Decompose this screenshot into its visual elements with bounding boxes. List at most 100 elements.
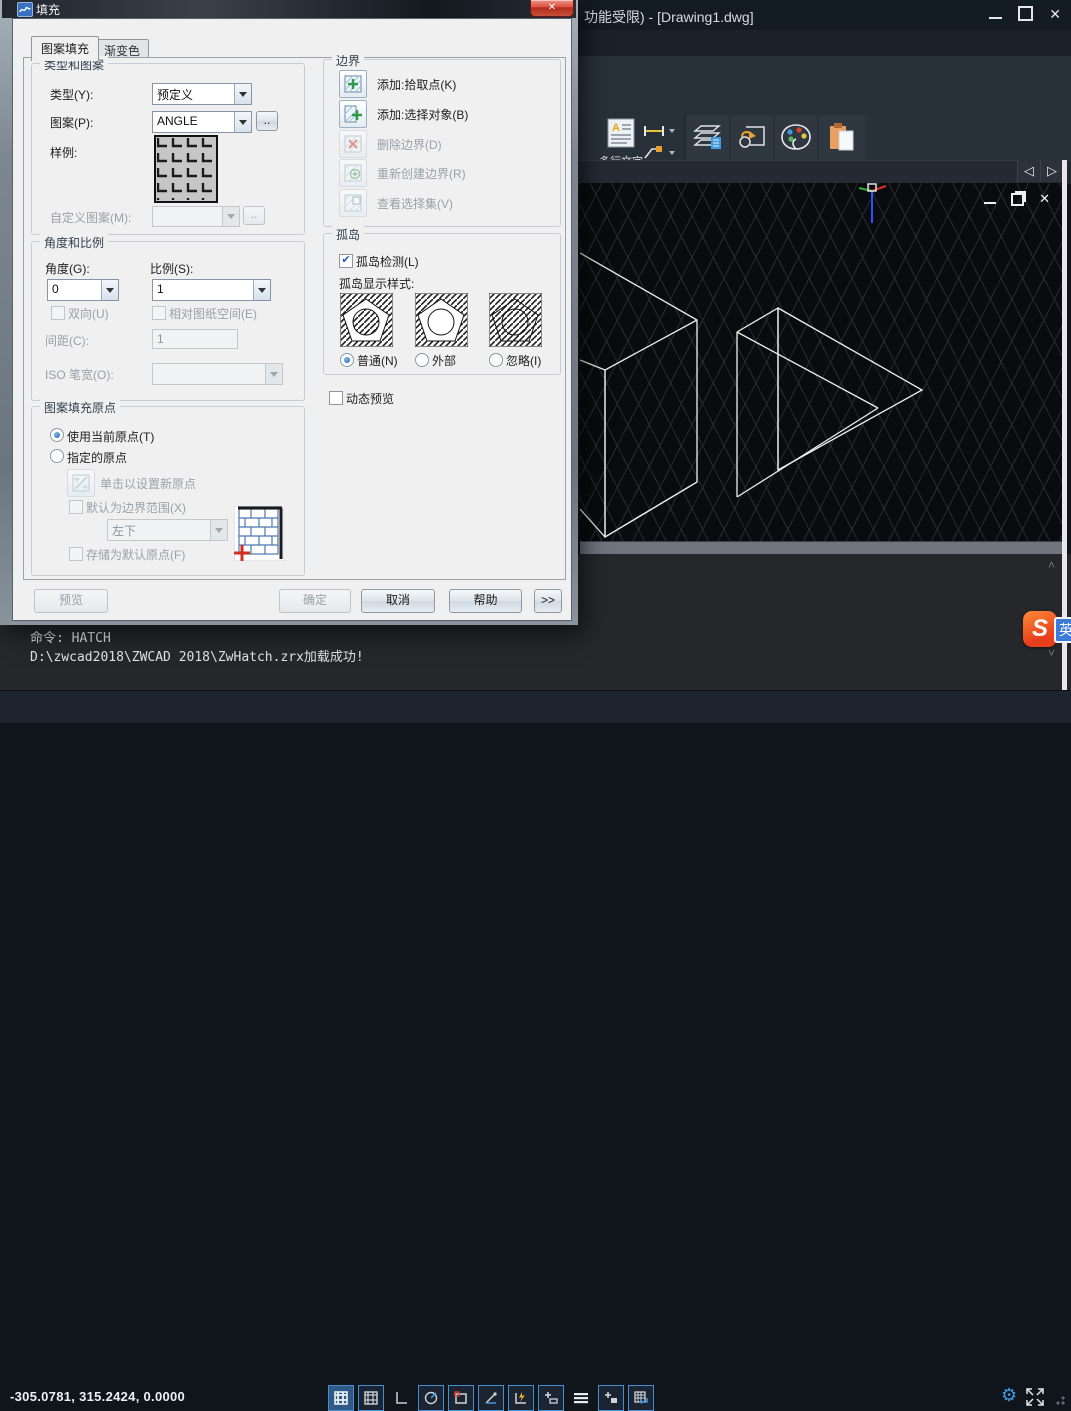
- island-detection-checkbox[interactable]: ✔: [339, 254, 353, 268]
- add-pick-points-label[interactable]: 添加:拾取点(K): [377, 76, 456, 93]
- pattern-browse-button[interactable]: ..: [256, 111, 278, 131]
- doc-prev-icon[interactable]: ◁: [1018, 163, 1040, 179]
- angle-scale-group: 角度和比例 角度(G): 0 比例(S): 1 双向(U) 相对图纸空间(E) …: [31, 241, 305, 401]
- chevron-down-icon: [265, 364, 282, 384]
- resize-grip[interactable]: [1055, 1395, 1065, 1405]
- island-outer-label[interactable]: 外部: [432, 352, 456, 369]
- origin-preview-swatch: [234, 506, 284, 561]
- island-ignore-label[interactable]: 忽略(I): [506, 352, 541, 369]
- chevron-down-icon[interactable]: [101, 280, 118, 300]
- sogou-logo-icon[interactable]: S: [1023, 611, 1057, 647]
- command-scroll-down-icon[interactable]: ˅: [1048, 646, 1055, 660]
- hatch-origin-group: 图案填充原点 使用当前原点(T) 指定的原点 单击以设置新原点 默认为边界范围(…: [31, 406, 305, 576]
- cancel-button[interactable]: 取消: [361, 589, 435, 613]
- app-title: 功能受限) - [Drawing1.dwg]: [584, 7, 754, 27]
- remove-boundary-label: 删除边界(D): [377, 136, 442, 153]
- dynamic-input-toggle-icon[interactable]: [538, 1385, 564, 1411]
- iso-pen-width-label: ISO 笔宽(O):: [45, 366, 114, 383]
- leader-dropdown[interactable]: [669, 151, 675, 155]
- app-maximize-button[interactable]: [1018, 6, 1033, 21]
- custom-browse-button: ..: [243, 206, 265, 225]
- lineweight-toggle-icon[interactable]: [568, 1385, 594, 1411]
- type-combobox[interactable]: 预定义: [152, 83, 252, 105]
- doc-close-button[interactable]: ✕: [1039, 191, 1050, 207]
- quick-properties-toggle-icon[interactable]: [598, 1385, 624, 1411]
- island-style-normal-image[interactable]: [340, 293, 393, 347]
- island-detection-label[interactable]: 孤岛检测(L): [356, 253, 419, 270]
- set-new-origin-button: [67, 469, 95, 497]
- dialog-client: 图案填充 渐变色 类型和图案 类型(Y): 预定义 图案(P): ANGLE .…: [12, 18, 572, 621]
- remove-boundary-icon: [344, 135, 362, 153]
- island-style-outer-image[interactable]: [415, 293, 468, 347]
- double-label: 双向(U): [68, 305, 109, 322]
- help-button[interactable]: 帮助: [449, 589, 522, 613]
- annotation-scale-toggle-icon[interactable]: [628, 1385, 654, 1411]
- dialog-titlebar[interactable]: 填充 ✕: [2, 0, 576, 18]
- boundary-group-label: 边界: [332, 52, 364, 69]
- island-group-label: 孤岛: [332, 226, 364, 243]
- doc-nav-arrows: ◁▷: [1017, 160, 1064, 182]
- settings-gear-icon[interactable]: ⚙: [1001, 1385, 1017, 1406]
- island-ignore-radio[interactable]: [489, 353, 503, 367]
- clipboard-icon: [827, 119, 857, 155]
- angle-combobox[interactable]: 0: [47, 279, 119, 301]
- pattern-combobox[interactable]: ANGLE: [152, 111, 252, 133]
- dynamic-preview-label[interactable]: 动态预览: [346, 390, 394, 407]
- doc-restore-button[interactable]: [1011, 193, 1024, 206]
- specified-origin-radio[interactable]: [50, 449, 64, 463]
- grid-toggle-icon[interactable]: [358, 1385, 384, 1411]
- more-options-button[interactable]: >>: [534, 589, 562, 613]
- use-current-origin-radio[interactable]: [50, 428, 64, 442]
- spacing-label: 间距(C):: [45, 332, 89, 349]
- osnap-toggle-icon[interactable]: [448, 1385, 474, 1411]
- doc-next-icon[interactable]: ▷: [1041, 163, 1063, 179]
- island-normal-label[interactable]: 普通(N): [357, 352, 398, 369]
- dimension-button[interactable]: [643, 124, 665, 142]
- add-select-objects-label[interactable]: 添加:选择对象(B): [377, 106, 468, 123]
- otrack-toggle-icon[interactable]: [478, 1385, 504, 1411]
- preview-button: 预览: [34, 589, 108, 613]
- island-normal-radio[interactable]: [340, 353, 354, 367]
- island-outer-radio[interactable]: [415, 353, 429, 367]
- chevron-down-icon: [210, 520, 227, 540]
- dialog-close-button[interactable]: ✕: [530, 0, 574, 17]
- dynamic-ucs-toggle-icon[interactable]: [508, 1385, 534, 1411]
- scale-label: 比例(S):: [150, 260, 193, 277]
- dimension-icon: [643, 125, 665, 137]
- command-scroll-up-icon[interactable]: ˄: [1048, 558, 1055, 572]
- tab-pattern-fill[interactable]: 图案填充: [31, 36, 99, 61]
- scale-combobox[interactable]: 1: [152, 279, 271, 301]
- ortho-toggle-icon[interactable]: [388, 1385, 414, 1411]
- use-current-origin-label[interactable]: 使用当前原点(T): [67, 428, 154, 445]
- recreate-boundary-icon: [344, 164, 362, 182]
- chevron-down-icon[interactable]: [234, 84, 251, 104]
- pattern-sample-swatch[interactable]: [154, 135, 218, 203]
- polar-toggle-icon[interactable]: [418, 1385, 444, 1411]
- island-style-ignore-image[interactable]: [489, 293, 542, 347]
- doc-minimize-button[interactable]: [984, 202, 996, 204]
- fullscreen-icon[interactable]: [1026, 1388, 1044, 1406]
- island-group: 孤岛 ✔ 孤岛检测(L) 孤岛显示样式:: [323, 233, 561, 375]
- app-minimize-button[interactable]: [989, 17, 1002, 19]
- dialog-title: 填充: [36, 1, 60, 18]
- dynamic-preview-checkbox[interactable]: [329, 391, 343, 405]
- boundary-group: 边界 添加:拾取点(K) 添加:选择对象(B): [323, 59, 561, 227]
- chevron-down-icon[interactable]: [234, 112, 251, 132]
- command-history-line: D:\zwcad2018\ZWCAD 2018\ZwHatch.zrx加载成功!: [30, 646, 364, 665]
- ime-language-badge[interactable]: 英: [1054, 617, 1071, 643]
- dimension-dropdown[interactable]: [669, 129, 675, 133]
- add-pick-points-button[interactable]: [339, 70, 367, 98]
- window-right-border: [1062, 160, 1067, 690]
- drawing-canvas[interactable]: ✕: [580, 183, 1062, 541]
- angle-label: 角度(G):: [45, 260, 90, 277]
- horizontal-scrollbar[interactable]: [580, 541, 1062, 555]
- hatch-dialog: 填充 ✕ 图案填充 渐变色 类型和图案 类型(Y): 预定义 图案(P): AN…: [0, 0, 578, 625]
- chevron-down-icon[interactable]: [253, 280, 270, 300]
- add-select-objects-button[interactable]: [339, 100, 367, 128]
- double-checkbox: [51, 306, 65, 320]
- type-pattern-group: 类型和图案 类型(Y): 预定义 图案(P): ANGLE .. 样例:: [31, 63, 305, 235]
- app-close-button[interactable]: ✕: [1049, 7, 1061, 21]
- snap-toggle-icon[interactable]: [328, 1385, 354, 1411]
- custom-pattern-label: 自定义图案(M):: [50, 209, 131, 226]
- specified-origin-label[interactable]: 指定的原点: [67, 449, 127, 466]
